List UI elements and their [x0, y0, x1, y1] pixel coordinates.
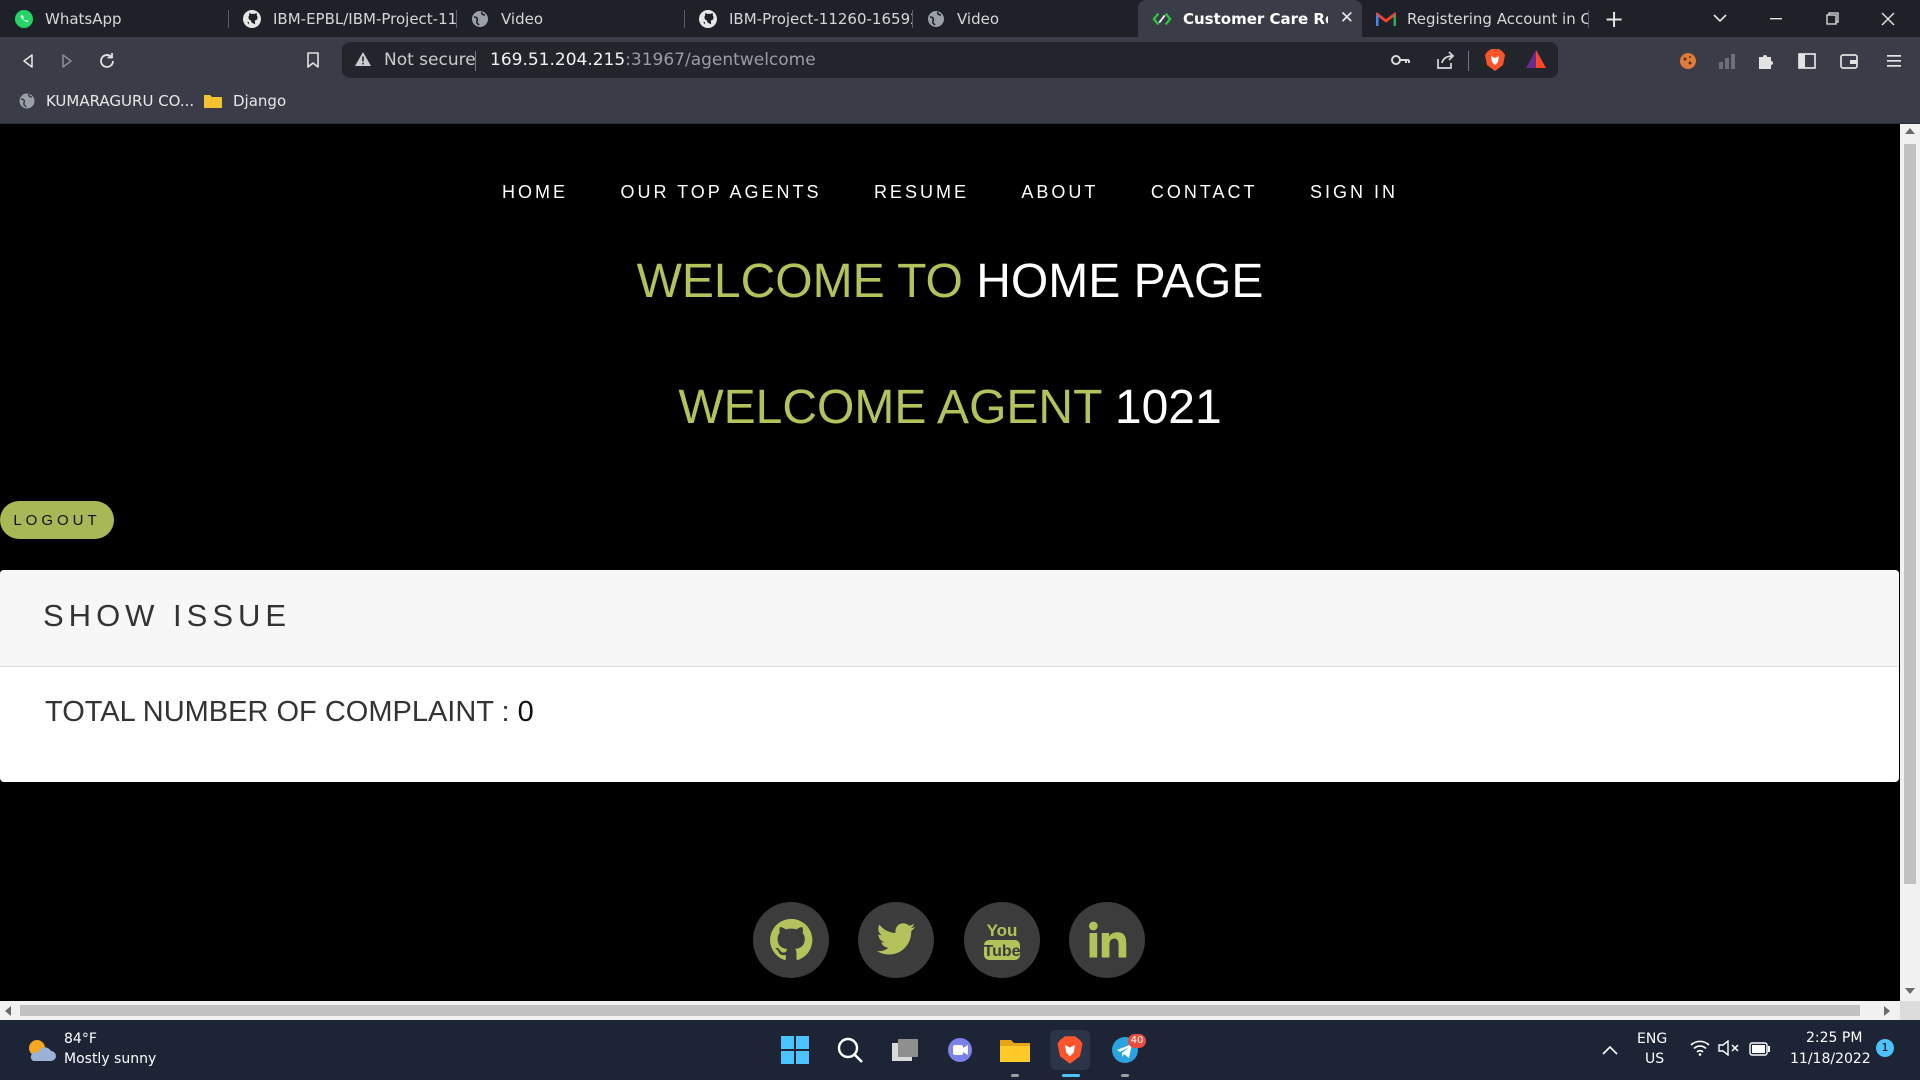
language-line2[interactable]: US	[1645, 1051, 1664, 1067]
logout-button[interactable]: LOGOUT	[0, 501, 114, 539]
language-line1[interactable]: ENG	[1637, 1031, 1667, 1047]
whatsapp-icon	[14, 9, 34, 29]
gmail-icon	[1376, 9, 1396, 29]
screen: WhatsApp IBM-EPBL/IBM-Project-1126 Video…	[0, 0, 1920, 1080]
brave-shields-icon[interactable]	[1484, 48, 1506, 76]
warning-icon[interactable]	[354, 51, 372, 71]
agent-heading: WELCOME AGENT 1021	[678, 381, 1222, 434]
windows-start-icon[interactable]	[775, 1030, 815, 1070]
weather-temp[interactable]: 84°F	[64, 1031, 97, 1047]
tab-video-2[interactable]: Video	[912, 0, 1140, 37]
back-icon[interactable]	[10, 37, 46, 84]
close-window-icon[interactable]	[1860, 0, 1916, 37]
globe-icon	[926, 9, 946, 29]
nav-home[interactable]: HOME	[502, 182, 568, 203]
nav-top-agents[interactable]: OUR TOP AGENTS	[620, 182, 821, 203]
nav-sign-in[interactable]: SIGN IN	[1310, 182, 1398, 203]
tab-video-1[interactable]: Video	[456, 0, 684, 37]
tab-search-chevron-icon[interactable]	[1692, 0, 1748, 37]
battery-icon[interactable]	[1749, 1041, 1771, 1060]
new-tab-icon[interactable]: +	[1586, 0, 1642, 37]
main-nav: HOME OUR TOP AGENTS RESUME ABOUT CONTACT…	[0, 182, 1900, 203]
forward-icon[interactable]	[49, 37, 85, 84]
not-secure-label[interactable]: Not secure	[384, 50, 476, 70]
weather-icon[interactable]	[20, 1030, 60, 1070]
svg-text:You: You	[987, 921, 1018, 940]
globe-icon	[18, 92, 36, 110]
complaint-total: TOTAL NUMBER OF COMPLAINT : 0	[45, 696, 534, 728]
show-hidden-icons-chevron[interactable]	[1590, 1030, 1630, 1070]
web-page: HOME OUR TOP AGENTS RESUME ABOUT CONTACT…	[0, 124, 1900, 1001]
url-text[interactable]: 169.51.204.215:31967/agentwelcome	[490, 50, 816, 70]
tab-customer-care[interactable]: Customer Care Registr ✕	[1138, 0, 1362, 37]
complaint-count: 0	[517, 696, 534, 728]
cookie-extension-icon[interactable]	[1670, 37, 1706, 84]
code-icon	[1152, 9, 1172, 29]
folder-icon	[203, 93, 223, 109]
search-icon[interactable]	[830, 1030, 870, 1070]
welcome-heading: WELCOME TO HOME PAGE	[636, 255, 1264, 308]
svg-text:Tube: Tube	[983, 943, 1020, 960]
reload-icon[interactable]	[89, 37, 125, 84]
extensions-puzzle-icon[interactable]	[1748, 37, 1784, 84]
issue-card: SHOW ISSUE TOTAL NUMBER OF COMPLAINT : 0	[0, 570, 1899, 782]
browser-toolbar: Not secure 169.51.204.215:31967/agentwel…	[0, 37, 1920, 84]
twitter-link-icon[interactable]	[858, 902, 934, 978]
scroll-right-arrow-icon[interactable]	[1884, 1006, 1890, 1016]
github-link-icon[interactable]	[753, 902, 829, 978]
telegram-badge: 40	[1128, 1034, 1146, 1048]
horizontal-scrollbar[interactable]	[0, 1001, 1900, 1020]
globe-icon	[470, 9, 490, 29]
task-view-icon[interactable]	[885, 1030, 925, 1070]
horizontal-scroll-thumb[interactable]	[20, 1005, 1860, 1016]
extension-grey-icon[interactable]	[1709, 37, 1745, 84]
tab-whatsapp[interactable]: WhatsApp	[0, 0, 228, 37]
bookmark-kumaraguru[interactable]: KUMARAGURU CO...	[18, 92, 194, 110]
github-icon	[242, 9, 262, 29]
wallet-icon[interactable]	[1831, 37, 1867, 84]
nav-resume[interactable]: RESUME	[874, 182, 969, 203]
restore-icon[interactable]	[1804, 0, 1860, 37]
menu-icon[interactable]	[1876, 37, 1912, 84]
weather-desc[interactable]: Mostly sunny	[64, 1051, 156, 1067]
minimize-icon[interactable]	[1748, 0, 1804, 37]
scroll-left-arrow-icon[interactable]	[5, 1006, 11, 1016]
brave-taskbar-icon[interactable]	[1050, 1030, 1090, 1070]
brave-rewards-icon[interactable]	[1525, 49, 1547, 73]
vertical-scrollbar[interactable]	[1900, 124, 1920, 1001]
scrollbar-corner	[1900, 1001, 1920, 1020]
vertical-scroll-thumb[interactable]	[1904, 144, 1916, 884]
nav-about[interactable]: ABOUT	[1021, 182, 1098, 203]
youtube-link-icon[interactable]: You Tube	[964, 902, 1040, 978]
share-icon[interactable]	[1435, 50, 1455, 74]
tab-github-epbl[interactable]: IBM-EPBL/IBM-Project-1126	[228, 0, 456, 37]
close-tab-icon[interactable]: ✕	[1340, 8, 1354, 28]
sidebar-icon[interactable]	[1789, 37, 1825, 84]
tab-strip: WhatsApp IBM-EPBL/IBM-Project-1126 Video…	[0, 0, 1920, 37]
windows-taskbar: 84°F Mostly sunny 40 ENG US 2:25 PM 11/1…	[0, 1020, 1920, 1080]
bookmark-icon[interactable]	[295, 37, 331, 84]
issue-card-header: SHOW ISSUE	[0, 570, 1899, 667]
bookmark-django-folder[interactable]: Django	[203, 92, 286, 110]
github-icon	[698, 9, 718, 29]
clock-date[interactable]: 11/18/2022	[1790, 1051, 1871, 1067]
notification-badge[interactable]: 1	[1876, 1039, 1894, 1057]
volume-muted-icon[interactable]	[1718, 1039, 1740, 1060]
teams-chat-icon[interactable]	[940, 1030, 980, 1070]
address-bar[interactable]: Not secure 169.51.204.215:31967/agentwel…	[342, 42, 1558, 78]
bookmarks-bar: KUMARAGURU CO... Django	[0, 84, 1920, 124]
key-icon[interactable]	[1390, 51, 1410, 73]
clock-time[interactable]: 2:25 PM	[1806, 1030, 1862, 1046]
file-explorer-icon[interactable]	[995, 1030, 1035, 1070]
tab-gmail[interactable]: Registering Account in Cus	[1362, 0, 1588, 37]
scroll-down-arrow-icon[interactable]	[1905, 988, 1915, 994]
scroll-up-arrow-icon[interactable]	[1905, 128, 1915, 134]
tab-github-project[interactable]: IBM-Project-11260-165928	[684, 0, 912, 37]
wifi-icon[interactable]	[1690, 1040, 1710, 1060]
linkedin-link-icon[interactable]	[1069, 902, 1145, 978]
nav-contact[interactable]: CONTACT	[1151, 182, 1258, 203]
card-title: SHOW ISSUE	[43, 598, 292, 633]
